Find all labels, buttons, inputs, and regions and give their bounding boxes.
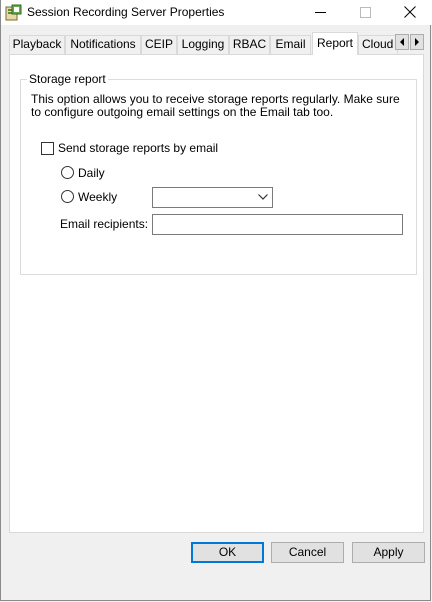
server-properties-icon [5, 4, 22, 21]
tab-cloud[interactable]: Cloud [358, 35, 398, 54]
send-reports-label[interactable]: Send storage reports by email [58, 141, 218, 155]
tab-report[interactable]: Report [312, 32, 358, 55]
tab-playback[interactable]: Playback [9, 35, 65, 54]
tab-rbac[interactable]: RBAC [229, 35, 270, 54]
apply-button[interactable]: Apply [352, 542, 425, 563]
weekly-label[interactable]: Weekly [78, 190, 117, 204]
tab-ceip[interactable]: CEIP [141, 35, 177, 54]
storage-report-description: This option allows you to receive storag… [31, 92, 400, 119]
email-recipients-input[interactable] [152, 214, 403, 235]
arrow-right-icon [415, 38, 419, 46]
ok-button[interactable]: OK [191, 542, 264, 563]
tab-logging[interactable]: Logging [177, 35, 229, 54]
weekly-day-dropdown[interactable] [152, 187, 273, 208]
chevron-down-icon [258, 194, 268, 200]
daily-radio[interactable] [61, 166, 74, 179]
weekly-radio[interactable] [61, 190, 74, 203]
title-bar: Session Recording Server Properties [1, 0, 432, 25]
close-icon [404, 6, 416, 18]
daily-label[interactable]: Daily [78, 166, 105, 180]
minimize-button[interactable] [297, 0, 343, 25]
tab-strip: Playback Notifications CEIP Logging RBAC… [9, 32, 429, 55]
tab-notifications[interactable]: Notifications [65, 35, 141, 54]
send-reports-checkbox[interactable] [41, 142, 54, 155]
arrow-left-icon [400, 38, 404, 46]
close-button[interactable] [387, 0, 432, 25]
tab-email[interactable]: Email [270, 35, 311, 54]
maximize-button[interactable] [342, 0, 388, 25]
window-title: Session Recording Server Properties [27, 5, 225, 19]
report-tab-panel: Storage report This option allows you to… [9, 54, 424, 533]
email-recipients-label: Email recipients: [60, 217, 149, 231]
storage-report-group-title: Storage report [27, 72, 108, 86]
tab-scroll-left-button[interactable] [395, 34, 409, 50]
tab-scroll-right-button[interactable] [410, 34, 424, 50]
cancel-button[interactable]: Cancel [271, 542, 344, 563]
properties-window: Session Recording Server Properties Play… [0, 0, 432, 601]
